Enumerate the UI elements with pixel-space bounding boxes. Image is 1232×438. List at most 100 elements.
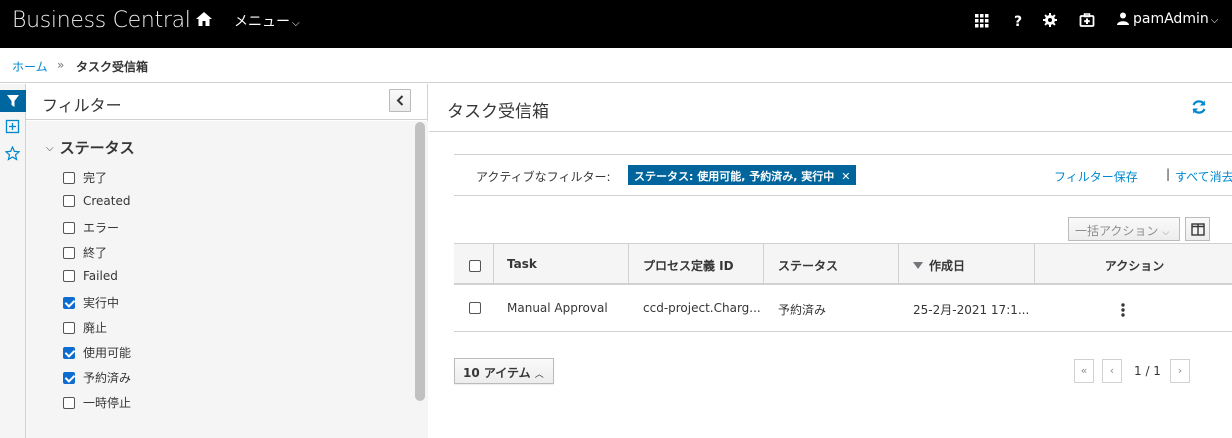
chevron-up-icon: ︿ [534,370,544,380]
status-option-label: 廃止 [83,321,108,335]
select-all-checkbox[interactable] [469,260,481,272]
column-header-status[interactable]: ステータス [764,244,899,284]
cell-process-def-id: ccd-project.Charg... [643,301,761,315]
status-checkbox[interactable] [63,347,75,359]
status-checkbox[interactable] [63,195,75,207]
filter-icon [7,95,19,107]
apps-grid-icon[interactable] [974,12,990,28]
status-option[interactable]: Created [63,194,131,212]
status-option[interactable]: 一時停止 [63,394,131,412]
status-checkbox[interactable] [63,372,75,384]
column-picker-button[interactable] [1185,217,1210,241]
page-size-label: 10 アイテム [463,366,531,380]
settings-gear-icon[interactable] [1042,12,1058,28]
chevron-down-icon: ⌵ [46,143,54,154]
status-checkbox[interactable] [63,322,75,334]
status-option-label: 実行中 [83,296,120,310]
filter-panel-scrollbar[interactable] [415,122,425,401]
cell-status: 予約済み [778,303,827,317]
row-checkbox[interactable] [469,302,481,314]
link-separator: | [1166,167,1171,181]
status-heading-label: ステータス [59,139,135,157]
page-title: タスク受信箱 [447,102,549,122]
main-menu-dropdown[interactable]: メニュー ⌵ [234,11,300,31]
sort-descending-icon [913,262,923,269]
status-checkbox[interactable] [63,172,75,184]
clear-all-link[interactable]: すべて消去 [1175,168,1232,185]
user-menu-dropdown[interactable]: pamAdmin ⌵ [1117,11,1218,27]
select-all-header [454,244,494,284]
breadcrumb-current: タスク受信箱 [76,60,149,74]
kebab-menu-icon[interactable] [1121,303,1125,317]
status-option-label: Failed [83,269,118,283]
cell-created: 25-2月-2021 17:1... [913,303,1030,317]
collapse-filter-panel-button[interactable] [389,89,411,112]
filter-panel-body: ⌵ ステータス 完了 Created エラー 終了 Failed 実行中 廃止 使… [26,121,428,438]
brand-logo[interactable]: Business Central [12,8,191,33]
bulk-actions-dropdown[interactable]: 一括アクション ⌵ [1068,217,1180,241]
filter-rail-button[interactable] [0,90,26,112]
active-filter-chip: ステータス: 使用可能, 予約済み, 実行中 ✕ [628,165,857,185]
task-inbox-main: タスク受信箱 アクティブなフィルター: ステータス: 使用可能, 予約済み, 実… [429,84,1232,438]
medkit-icon[interactable] [1079,12,1095,28]
column-header-task[interactable]: Task [494,244,629,284]
chevron-left-icon [396,95,404,106]
bulk-actions-label: 一括アクション [1075,224,1159,238]
status-filter-heading[interactable]: ⌵ ステータス [46,137,135,158]
status-option-label: 完了 [83,171,108,185]
cell-task: Manual Approval [507,301,608,315]
main-menu-label: メニュー [234,14,290,30]
user-name: pamAdmin [1133,11,1209,27]
chevron-down-icon: ⌵ [1210,15,1219,26]
status-checkbox[interactable] [63,297,75,309]
first-page-button[interactable]: « [1074,359,1094,383]
status-option[interactable]: Failed [63,269,118,287]
status-checkbox[interactable] [63,397,75,409]
active-filter-chip-label: ステータス: 使用可能, 予約済み, 実行中 [634,170,835,183]
home-icon[interactable] [195,10,213,28]
svg-text:?: ? [1014,14,1022,28]
main-header: タスク受信箱 [429,84,1232,132]
page-indicator: 1 / 1 [1134,364,1161,378]
status-option-label: 終了 [83,246,108,260]
filter-panel-header: フィルター [26,84,428,120]
active-filters-bar: アクティブなフィルター: ステータス: 使用可能, 予約済み, 実行中 ✕ フィル… [454,154,1232,196]
left-icon-rail [0,84,26,438]
status-option[interactable]: エラー [63,219,119,237]
status-option-label: 使用可能 [83,346,132,360]
remove-filter-close-icon[interactable]: ✕ [841,170,850,183]
status-option[interactable]: 実行中 [63,294,119,312]
columns-icon [1191,223,1205,236]
status-option[interactable]: 使用可能 [63,344,131,362]
star-icon[interactable] [5,146,20,161]
status-option[interactable]: 完了 [63,169,107,187]
column-header-process-def-id[interactable]: プロセス定義 ID [629,244,764,284]
table-row[interactable]: Manual Approval ccd-project.Charg... 予約済… [454,285,1232,332]
breadcrumb-home-link[interactable]: ホーム [12,58,48,75]
add-square-icon[interactable] [5,119,20,134]
status-checkbox[interactable] [63,222,75,234]
refresh-icon[interactable] [1191,99,1207,115]
status-option-label: 予約済み [83,371,132,385]
column-header-created[interactable]: 作成日 [899,244,1035,284]
status-option[interactable]: 廃止 [63,319,107,337]
breadcrumb-separator: » [57,58,65,72]
table-header: Task プロセス定義 ID ステータス 作成日 アクション [454,243,1232,285]
status-checkbox[interactable] [63,247,75,259]
status-checkbox[interactable] [63,270,75,282]
filter-panel-title: フィルター [42,96,122,115]
next-page-button[interactable]: › [1170,359,1190,383]
save-filter-link[interactable]: フィルター保存 [1054,168,1138,185]
chevron-down-icon: ⌵ [292,18,300,29]
column-header-created-label: 作成日 [929,259,966,273]
help-icon[interactable]: ? [1010,12,1026,28]
chevron-down-icon: ⌵ [1162,228,1170,238]
status-option-label: エラー [83,221,120,235]
status-option[interactable]: 予約済み [63,369,131,387]
column-header-actions: アクション [1104,259,1165,273]
status-option-label: 一時停止 [83,396,132,410]
previous-page-button[interactable]: ‹ [1102,359,1122,383]
breadcrumb: ホーム » タスク受信箱 [0,48,1232,83]
status-option[interactable]: 終了 [63,244,107,262]
page-size-dropdown[interactable]: 10 アイテム ︿ [454,358,554,384]
